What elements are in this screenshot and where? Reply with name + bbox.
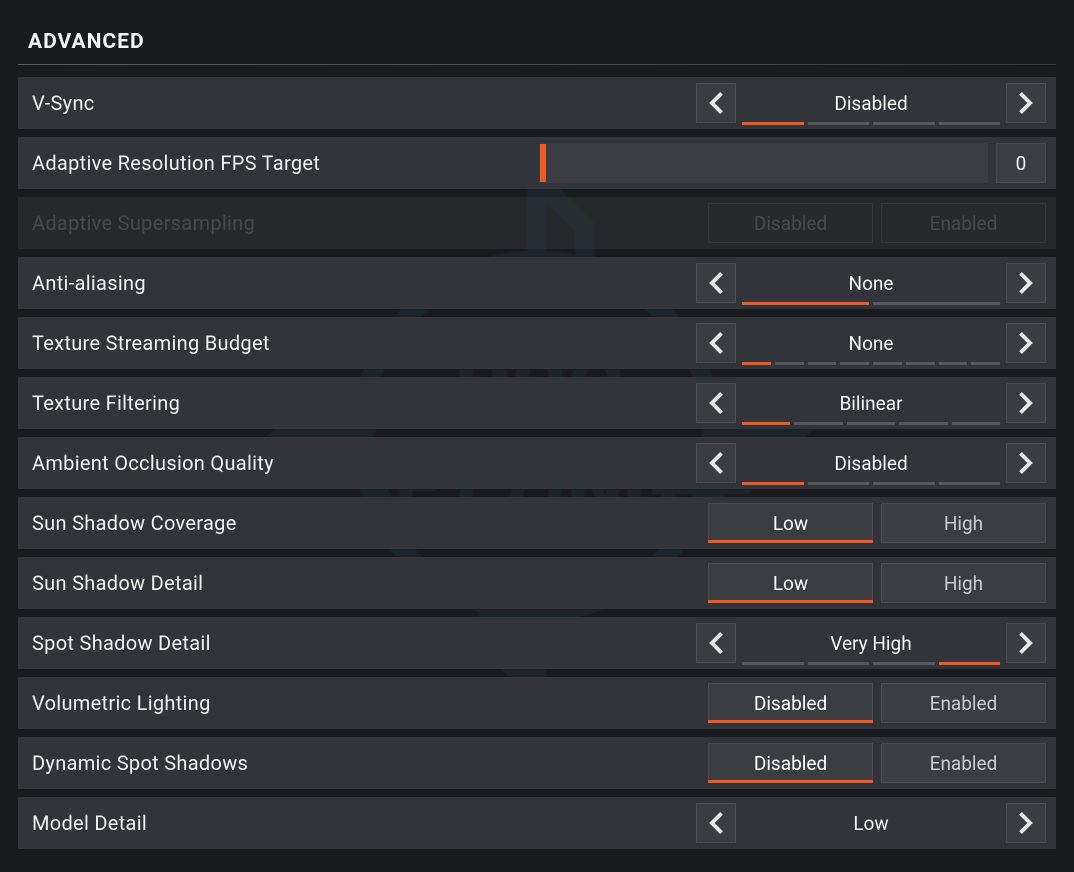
chevron-left-icon[interactable] (696, 803, 736, 843)
row-adaptive-supersampling: Adaptive Supersampling Disabled Enabled (18, 197, 1056, 249)
row-label: Spot Shadow Detail (32, 631, 696, 655)
row-dynamic-spot-shadows: Dynamic Spot Shadows Disabled Enabled (18, 737, 1056, 789)
option-disabled[interactable]: Disabled (708, 683, 873, 723)
divider (18, 64, 1056, 65)
stepper-value[interactable]: Low (742, 803, 1000, 843)
value-text: None (849, 272, 894, 295)
option-enabled: Enabled (881, 203, 1046, 243)
chevron-left-icon[interactable] (696, 623, 736, 663)
chevron-left-icon[interactable] (696, 383, 736, 423)
value-text: None (849, 332, 894, 355)
chevron-left-icon[interactable] (696, 263, 736, 303)
row-label: Model Detail (32, 811, 696, 835)
row-texture-filtering: Texture Filtering Bilinear (18, 377, 1056, 429)
chevron-left-icon[interactable] (696, 443, 736, 483)
value-text: Disabled (834, 452, 907, 475)
row-label: Adaptive Supersampling (32, 211, 696, 235)
row-vsync: V-Sync Disabled (18, 77, 1056, 129)
chevron-right-icon[interactable] (1006, 83, 1046, 123)
chevron-left-icon[interactable] (696, 323, 736, 363)
option-high[interactable]: High (881, 563, 1046, 603)
stepper-value[interactable]: Bilinear (742, 383, 1000, 423)
chevron-right-icon[interactable] (1006, 623, 1046, 663)
row-adaptive-fps: Adaptive Resolution FPS Target 0 (18, 137, 1056, 189)
row-label: Volumetric Lighting (32, 691, 696, 715)
option-low[interactable]: Low (708, 503, 873, 543)
value-text: Very High (830, 632, 911, 655)
stepper-value[interactable]: Very High (742, 623, 1000, 663)
row-sun-shadow-detail: Sun Shadow Detail Low High (18, 557, 1056, 609)
chevron-right-icon[interactable] (1006, 443, 1046, 483)
stepper-value[interactable]: None (742, 323, 1000, 363)
row-label: Sun Shadow Detail (32, 571, 696, 595)
row-anti-aliasing: Anti-aliasing None (18, 257, 1056, 309)
stepper-control: Disabled (696, 83, 1046, 123)
row-spot-shadow-detail: Spot Shadow Detail Very High (18, 617, 1056, 669)
row-sun-shadow-coverage: Sun Shadow Coverage Low High (18, 497, 1056, 549)
chevron-right-icon[interactable] (1006, 323, 1046, 363)
row-label: V-Sync (32, 91, 696, 115)
row-label: Ambient Occlusion Quality (32, 451, 696, 475)
stepper-value[interactable]: Disabled (742, 83, 1000, 123)
fps-value[interactable]: 0 (996, 143, 1046, 183)
option-high[interactable]: High (881, 503, 1046, 543)
slider-handle-icon[interactable] (540, 144, 546, 182)
row-label: Adaptive Resolution FPS Target (32, 151, 539, 175)
row-label: Sun Shadow Coverage (32, 511, 696, 535)
option-disabled[interactable]: Disabled (708, 743, 873, 783)
option-low[interactable]: Low (708, 563, 873, 603)
value-text: Disabled (834, 92, 907, 115)
chevron-right-icon[interactable] (1006, 263, 1046, 303)
row-label: Texture Streaming Budget (32, 331, 696, 355)
row-ambient-occlusion: Ambient Occlusion Quality Disabled (18, 437, 1056, 489)
row-model-detail: Model Detail Low (18, 797, 1056, 849)
chevron-right-icon[interactable] (1006, 383, 1046, 423)
stepper-value[interactable]: Disabled (742, 443, 1000, 483)
stepper-value[interactable]: None (742, 263, 1000, 303)
option-enabled[interactable]: Enabled (881, 743, 1046, 783)
section-title: ADVANCED (18, 30, 1056, 64)
chevron-right-icon[interactable] (1006, 803, 1046, 843)
fps-slider[interactable] (539, 143, 988, 183)
value-text: Low (853, 812, 888, 835)
row-label: Anti-aliasing (32, 271, 696, 295)
row-volumetric-lighting: Volumetric Lighting Disabled Enabled (18, 677, 1056, 729)
option-disabled: Disabled (708, 203, 873, 243)
row-label: Dynamic Spot Shadows (32, 751, 696, 775)
value-text: Bilinear (839, 392, 902, 415)
chevron-left-icon[interactable] (696, 83, 736, 123)
row-texture-streaming-budget: Texture Streaming Budget None (18, 317, 1056, 369)
row-label: Texture Filtering (32, 391, 696, 415)
option-enabled[interactable]: Enabled (881, 683, 1046, 723)
